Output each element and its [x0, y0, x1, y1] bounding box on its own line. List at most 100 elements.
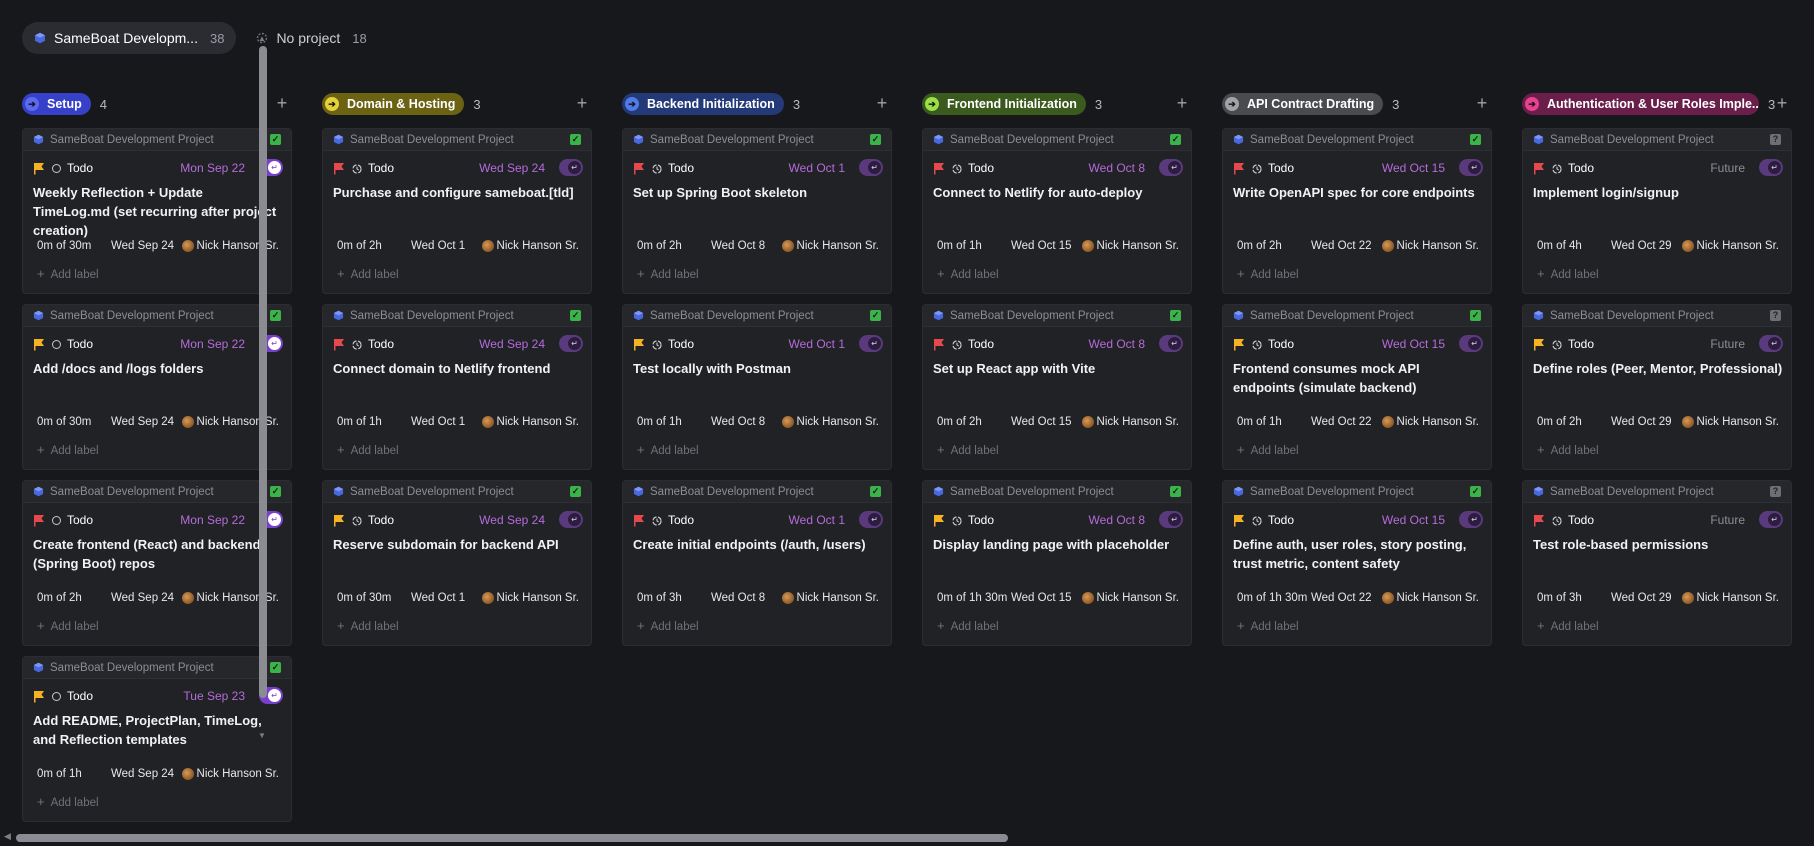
task-card[interactable]: SameBoat Development Project ✓ Todo Wed Oct…: [1222, 480, 1492, 646]
card-due-date[interactable]: Mon Sep 22: [180, 337, 245, 351]
priority-flag-icon[interactable]: [1233, 162, 1245, 175]
priority-flag-icon[interactable]: [1533, 162, 1545, 175]
column-vertical-scrollbar[interactable]: ▲ ▼: [258, 34, 267, 740]
card-time-estimate[interactable]: 0m of 2h: [1537, 416, 1582, 428]
card-project-row[interactable]: SameBoat Development Project ✓: [623, 129, 891, 151]
add-label-button[interactable]: + Add label: [1537, 618, 1599, 633]
card-start-date[interactable]: Wed Oct 22: [1311, 240, 1372, 252]
task-card[interactable]: SameBoat Development Project ✓ Todo Wed Oct…: [1222, 128, 1492, 294]
card-title[interactable]: Set up React app with Vite: [933, 359, 1183, 378]
card-project-row[interactable]: SameBoat Development Project ✓: [23, 305, 291, 327]
card-title[interactable]: Display landing page with placeholder: [933, 535, 1183, 554]
card-start-date[interactable]: Wed Sep 24: [111, 416, 174, 428]
card-assignee[interactable]: Nick Hanson Sr.: [1081, 592, 1179, 604]
card-start-date[interactable]: Wed Oct 29: [1611, 240, 1672, 252]
card-status[interactable]: Todo: [1568, 337, 1594, 351]
check-badge-icon[interactable]: ✓: [1470, 134, 1481, 145]
unknown-status-icon[interactable]: ?: [1770, 310, 1781, 321]
card-due-date[interactable]: Wed Oct 15: [1382, 513, 1445, 527]
task-card[interactable]: SameBoat Development Project? Todo Future ↵…: [1522, 128, 1792, 294]
card-time-estimate[interactable]: 0m of 4h: [1537, 240, 1582, 252]
check-badge-icon[interactable]: ✓: [570, 486, 581, 497]
card-time-estimate[interactable]: 0m of 2h: [937, 416, 982, 428]
scroll-down-arrow-icon[interactable]: ▼: [258, 731, 266, 740]
add-task-button[interactable]: +: [1472, 92, 1492, 116]
card-due-date[interactable]: Wed Sep 24: [479, 513, 545, 527]
card-title[interactable]: Set up Spring Boot skeleton: [633, 183, 883, 202]
card-title[interactable]: Add /docs and /logs folders: [33, 359, 283, 378]
card-assignee[interactable]: Nick Hanson Sr.: [781, 592, 879, 604]
add-task-button[interactable]: +: [1172, 92, 1192, 116]
card-due-date[interactable]: Future: [1710, 337, 1745, 351]
add-label-button[interactable]: + Add label: [1237, 266, 1299, 281]
card-status[interactable]: Todo: [1568, 513, 1594, 527]
priority-flag-icon[interactable]: [33, 690, 45, 703]
priority-flag-icon[interactable]: [933, 338, 945, 351]
card-assignee[interactable]: Nick Hanson Sr.: [481, 240, 579, 252]
card-due-date[interactable]: Wed Oct 15: [1382, 337, 1445, 351]
card-due-date[interactable]: Wed Sep 24: [479, 161, 545, 175]
task-card[interactable]: SameBoat Development Project ✓ Todo Tue Sep…: [22, 656, 292, 822]
add-label-button[interactable]: + Add label: [1237, 618, 1299, 633]
column-title-pill[interactable]: ➔ Authentication & User Roles Imple...: [1522, 93, 1759, 115]
unknown-status-icon[interactable]: ?: [1770, 134, 1781, 145]
card-project-row[interactable]: SameBoat Development Project ✓: [623, 305, 891, 327]
card-status[interactable]: Todo: [968, 513, 994, 527]
card-status[interactable]: Todo: [368, 513, 394, 527]
card-project-row[interactable]: SameBoat Development Project ✓: [23, 481, 291, 503]
card-status[interactable]: Todo: [668, 337, 694, 351]
task-card[interactable]: SameBoat Development Project ✓ Todo Wed Oct…: [622, 304, 892, 470]
card-title[interactable]: Connect to Netlify for auto-deploy: [933, 183, 1183, 202]
add-label-button[interactable]: + Add label: [337, 442, 399, 457]
card-start-date[interactable]: Wed Oct 15: [1011, 592, 1072, 604]
add-label-button[interactable]: + Add label: [337, 266, 399, 281]
priority-flag-icon[interactable]: [933, 514, 945, 527]
card-toggle[interactable]: ↵: [1459, 511, 1483, 528]
card-project-row[interactable]: SameBoat Development Project ✓: [1223, 481, 1491, 503]
add-label-button[interactable]: + Add label: [37, 442, 99, 457]
priority-flag-icon[interactable]: [933, 162, 945, 175]
card-time-estimate[interactable]: 0m of 1h: [1237, 416, 1282, 428]
card-project-row[interactable]: SameBoat Development Project ✓: [923, 305, 1191, 327]
card-assignee[interactable]: Nick Hanson Sr.: [181, 768, 279, 780]
card-title[interactable]: Weekly Reflection + Update TimeLog.md (s…: [33, 183, 283, 240]
card-project-row[interactable]: SameBoat Development Project ✓: [1223, 305, 1491, 327]
add-label-button[interactable]: + Add label: [937, 442, 999, 457]
add-label-button[interactable]: + Add label: [1537, 266, 1599, 281]
card-project-row[interactable]: SameBoat Development Project?: [1523, 481, 1791, 503]
priority-flag-icon[interactable]: [33, 514, 45, 527]
add-label-button[interactable]: + Add label: [937, 266, 999, 281]
card-project-row[interactable]: SameBoat Development Project ✓: [923, 129, 1191, 151]
add-label-button[interactable]: + Add label: [37, 794, 99, 809]
priority-flag-icon[interactable]: [1533, 514, 1545, 527]
card-assignee[interactable]: Nick Hanson Sr.: [781, 416, 879, 428]
card-status[interactable]: Todo: [968, 337, 994, 351]
card-project-row[interactable]: SameBoat Development Project?: [1523, 129, 1791, 151]
card-toggle[interactable]: ↵: [1159, 335, 1183, 352]
column-title-pill[interactable]: ➔ API Contract Drafting: [1222, 93, 1384, 115]
card-assignee[interactable]: Nick Hanson Sr.: [1381, 592, 1479, 604]
task-card[interactable]: SameBoat Development Project ✓ Todo Wed Oct…: [622, 480, 892, 646]
card-time-estimate[interactable]: 0m of 1h: [37, 768, 82, 780]
check-badge-icon[interactable]: ✓: [870, 310, 881, 321]
add-task-button[interactable]: +: [272, 92, 292, 116]
filter-chip-sameboat[interactable]: SameBoat Developm... 38: [22, 22, 237, 54]
card-title[interactable]: Connect domain to Netlify frontend: [333, 359, 583, 378]
task-card[interactable]: SameBoat Development Project ✓ Todo Mon Sep…: [22, 304, 292, 470]
card-project-row[interactable]: SameBoat Development Project ✓: [623, 481, 891, 503]
task-card[interactable]: SameBoat Development Project ✓ Todo Wed Oct…: [922, 128, 1192, 294]
card-assignee[interactable]: Nick Hanson Sr.: [1381, 416, 1479, 428]
card-title[interactable]: Reserve subdomain for backend API: [333, 535, 583, 554]
card-due-date[interactable]: Wed Oct 8: [1089, 513, 1145, 527]
priority-flag-icon[interactable]: [333, 162, 345, 175]
card-toggle[interactable]: ↵: [1759, 159, 1783, 176]
card-start-date[interactable]: Wed Sep 24: [111, 768, 174, 780]
check-badge-icon[interactable]: ✓: [870, 134, 881, 145]
card-start-date[interactable]: Wed Sep 24: [111, 592, 174, 604]
add-task-button[interactable]: +: [1772, 92, 1792, 116]
card-project-row[interactable]: SameBoat Development Project ✓: [323, 481, 591, 503]
card-time-estimate[interactable]: 0m of 2h: [337, 240, 382, 252]
check-badge-icon[interactable]: ✓: [570, 310, 581, 321]
column-title-pill[interactable]: ➔ Setup: [22, 93, 91, 115]
card-due-date[interactable]: Wed Sep 24: [479, 337, 545, 351]
